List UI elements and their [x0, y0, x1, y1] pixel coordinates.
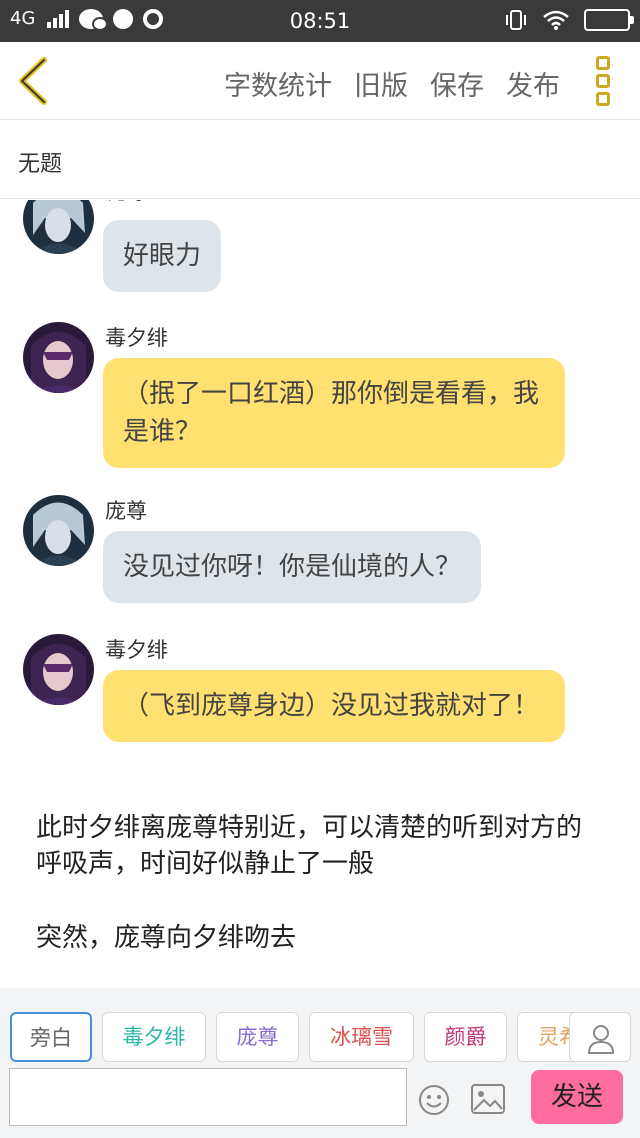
speaker-name: 庞尊: [105, 200, 147, 206]
more-menu-icon[interactable]: [596, 56, 614, 106]
send-button[interactable]: 发送: [531, 1070, 623, 1124]
composer-bar: 旁白 毒夕绯 庞尊 冰璃雪 颜爵 灵希 发送: [0, 988, 640, 1138]
title-field[interactable]: 无题: [0, 121, 640, 199]
speaker-name: 毒夕绯: [105, 638, 168, 662]
speaker-name: 庞尊: [105, 499, 147, 523]
avatar-pangzun[interactable]: [23, 495, 94, 566]
person-icon: [587, 1025, 615, 1054]
character-chip-duxifei[interactable]: 毒夕绯: [102, 1012, 206, 1062]
editor-toolbar: 字数统计 旧版 保存 发布: [0, 42, 640, 120]
message-bubble: （飞到庞尊身边）没见过我就对了！: [103, 670, 565, 742]
wifi-icon: [543, 10, 569, 30]
chat-area[interactable]: 庞尊 好眼力 毒夕绯 （抿了一口红酒）那你倒是看看，我是谁？ 庞尊 没见过你呀！…: [0, 200, 640, 988]
emoji-icon[interactable]: [418, 1084, 450, 1116]
narration-text[interactable]: 突然，庞尊向夕绯吻去: [36, 920, 606, 956]
message-item[interactable]: 毒夕绯 （抿了一口红酒）那你倒是看看，我是谁？: [0, 320, 640, 470]
word-count-button[interactable]: 字数统计: [224, 64, 332, 103]
message-item[interactable]: 庞尊 好眼力: [0, 200, 640, 300]
message-input[interactable]: [9, 1068, 407, 1126]
message-bubble: （抿了一口红酒）那你倒是看看，我是谁？: [103, 358, 565, 468]
character-chip-binglixue[interactable]: 冰璃雪: [309, 1012, 414, 1062]
character-chip-yanjue[interactable]: 颜爵: [424, 1012, 507, 1062]
character-chip-pangzun[interactable]: 庞尊: [216, 1012, 299, 1062]
save-button[interactable]: 保存: [430, 64, 484, 103]
avatar-pangzun[interactable]: [23, 200, 94, 254]
message-item[interactable]: 庞尊 没见过你呀！你是仙境的人？: [0, 493, 640, 613]
image-icon[interactable]: [471, 1084, 505, 1114]
document-title: 无题: [18, 152, 63, 177]
toolbar-actions: 字数统计 旧版 保存 发布: [224, 64, 560, 103]
message-item[interactable]: 毒夕绯 （飞到庞尊身边）没见过我就对了！: [0, 632, 640, 782]
character-chip-narrator[interactable]: 旁白: [10, 1012, 92, 1062]
avatar-duxifei[interactable]: [23, 634, 94, 705]
speaker-name: 毒夕绯: [105, 326, 168, 350]
avatar-duxifei[interactable]: [23, 322, 94, 393]
add-character-button[interactable]: [569, 1012, 631, 1062]
battery-icon: [584, 9, 634, 31]
back-chevron-icon[interactable]: [14, 56, 54, 106]
publish-button[interactable]: 发布: [506, 64, 560, 103]
character-selector: 旁白 毒夕绯 庞尊 冰璃雪 颜爵 灵希: [10, 1012, 580, 1062]
message-bubble: 好眼力: [103, 220, 222, 292]
vibrate-icon: [506, 10, 526, 30]
old-version-button[interactable]: 旧版: [354, 64, 408, 103]
status-bar: 4G 08:51: [0, 0, 640, 42]
narration-text[interactable]: 此时夕绯离庞尊特别近，可以清楚的听到对方的呼吸声，时间好似静止了一般: [36, 810, 606, 882]
status-right: [504, 9, 634, 31]
message-bubble: 没见过你呀！你是仙境的人？: [103, 531, 482, 603]
